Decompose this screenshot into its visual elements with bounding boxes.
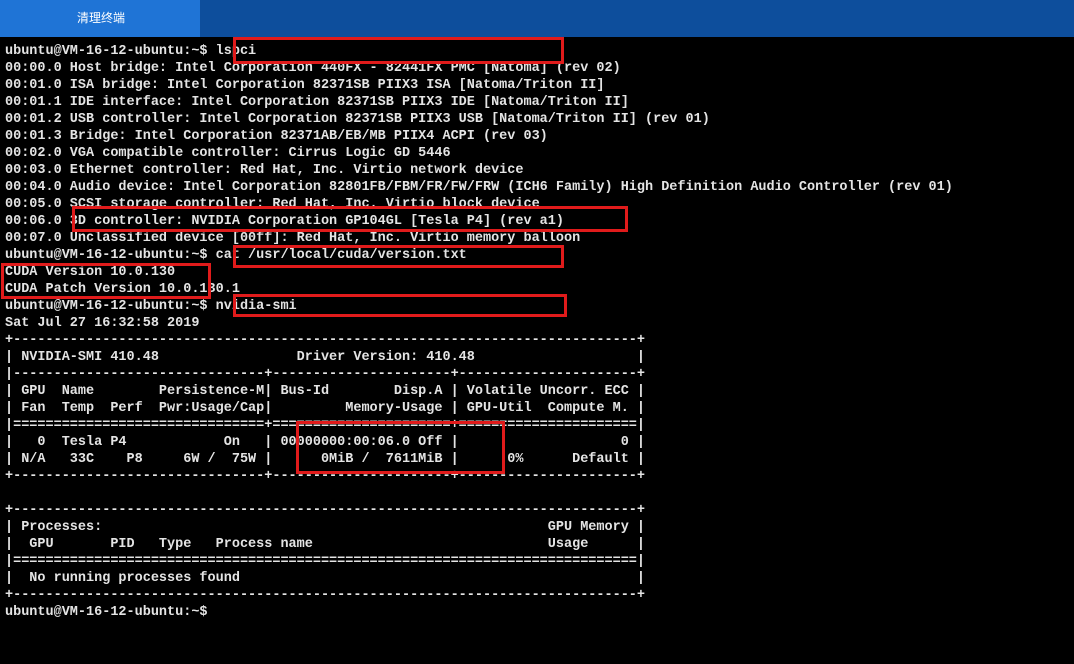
terminal-line: +---------------------------------------… [5,588,646,603]
terminal-output[interactable]: ubuntu@VM-16-12-ubuntu:~$ lspci 00:00.0 H… [5,43,1071,661]
terminal-line: Sat Jul 27 16:32:58 2019 [5,316,200,331]
terminal-line: | GPU PID Type Process name Usage | [5,537,646,552]
terminal-line: |===============================+=======… [5,418,646,433]
top-toolbar: 清理终端 [0,0,1074,37]
terminal-line: | No running processes found | [5,571,646,586]
terminal-line: |-------------------------------+-------… [5,367,646,382]
terminal-line: |=======================================… [5,554,646,569]
terminal-line: ubuntu@VM-16-12-ubuntu:~$ [5,605,208,620]
clear-terminal-button[interactable]: 清理终端 [0,0,200,37]
highlight-box-3d-controller [72,206,628,232]
terminal-line: 00:01.3 Bridge: Intel Corporation 82371A… [5,129,548,144]
terminal-line: | Processes: GPU Memory | [5,520,646,535]
terminal-line: +---------------------------------------… [5,333,646,348]
terminal-line: | NVIDIA-SMI 410.48 Driver Version: 410.… [5,350,646,365]
terminal-line: | N/A 33C P8 6W / 75W | 0MiB / 7611MiB |… [5,452,646,467]
terminal-line: +-------------------------------+-------… [5,469,646,484]
terminal-line: | Fan Temp Perf Pwr:Usage/Cap| Memory-Us… [5,401,646,416]
terminal-line: +---------------------------------------… [5,503,646,518]
highlight-box-cuda-version [1,263,211,299]
highlight-box-bus-memory [296,421,505,474]
terminal-line: | GPU Name Persistence-M| Bus-Id Disp.A … [5,384,646,399]
terminal-line: 00:03.0 Ethernet controller: Red Hat, In… [5,163,524,178]
highlight-box-lspci-command [233,37,564,64]
highlight-box-cat-version-command [233,245,564,268]
terminal-line: 00:01.2 USB controller: Intel Corporatio… [5,112,710,127]
terminal-line: 00:04.0 Audio device: Intel Corporation … [5,180,953,195]
terminal-line: 00:01.1 IDE interface: Intel Corporation… [5,95,629,110]
terminal-line: 00:01.0 ISA bridge: Intel Corporation 82… [5,78,605,93]
terminal-line: 00:02.0 VGA compatible controller: Cirru… [5,146,451,161]
terminal-line: | 0 Tesla P4 On | 00000000:00:06.0 Off |… [5,435,646,450]
highlight-box-nvidia-smi-command [233,294,567,317]
